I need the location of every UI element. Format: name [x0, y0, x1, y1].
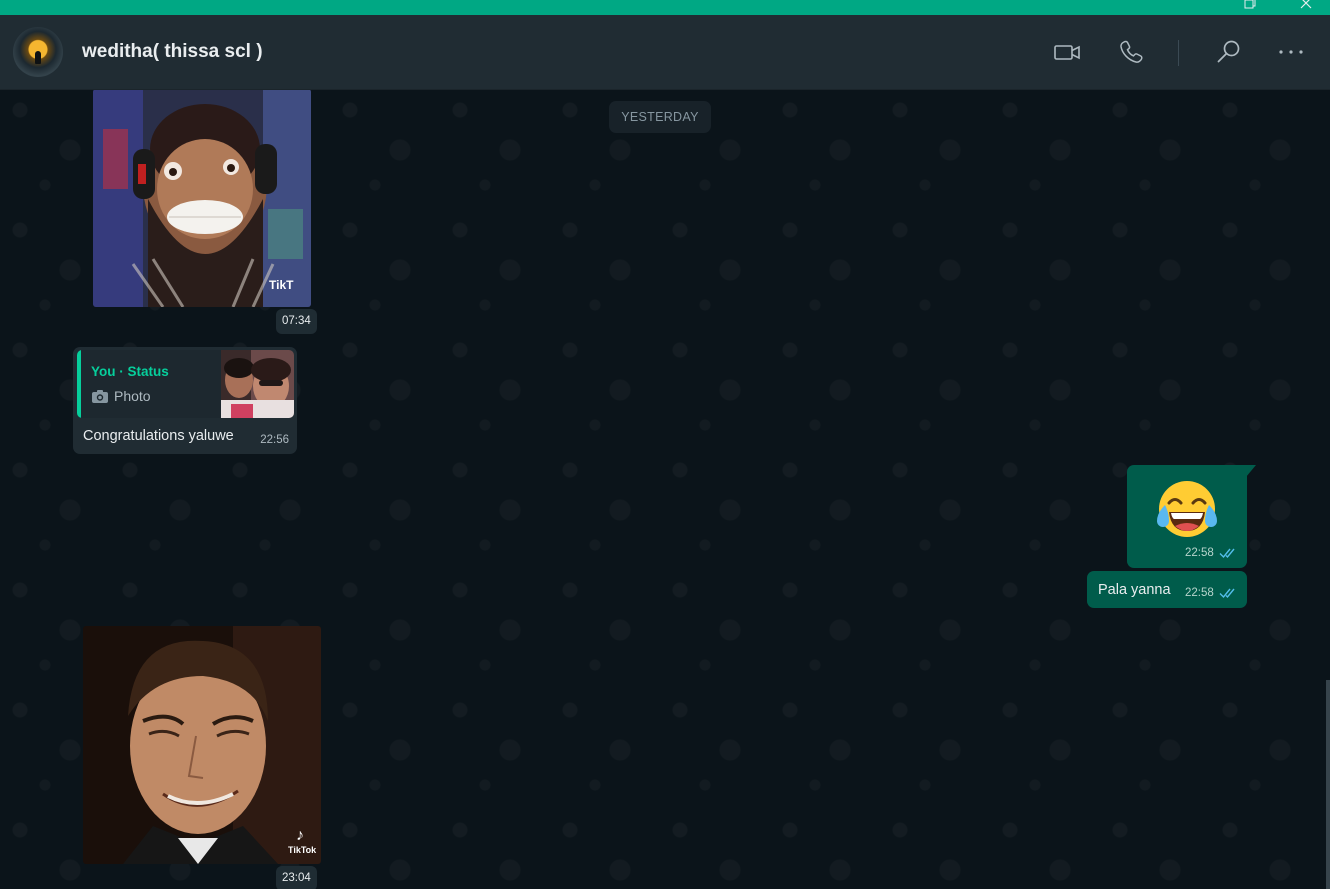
quote-type: Photo: [114, 388, 151, 404]
incoming-media-message[interactable]: TikT: [93, 90, 311, 307]
chat-area[interactable]: YESTERDAY TikT 07:34 You · Status Photo …: [0, 90, 1330, 889]
quote-author: You · Status: [91, 364, 169, 379]
svg-text:♪: ♪: [296, 827, 304, 844]
bubble-tail: [1246, 465, 1256, 477]
message-time: 23:04: [276, 866, 317, 889]
camera-icon: [91, 389, 109, 409]
message-text: Pala yanna: [1098, 582, 1171, 598]
media-thumbnail: TikT: [93, 90, 311, 307]
header-divider: [1178, 40, 1179, 66]
media-thumbnail: ♪ TikTok: [83, 626, 321, 864]
incoming-media-message[interactable]: ♪ TikTok: [83, 626, 321, 864]
window-title-bar: [0, 0, 1330, 15]
tiktok-watermark: TikTok: [288, 845, 317, 855]
restore-window-icon[interactable]: [1244, 0, 1256, 12]
read-ticks-icon: [1219, 586, 1237, 604]
more-options-icon[interactable]: [1276, 37, 1306, 67]
message-time: 22:58: [1185, 587, 1214, 599]
contact-name[interactable]: weditha( thissa scl ): [82, 41, 263, 63]
message-time: 22:56: [260, 434, 289, 446]
incoming-text-message[interactable]: You · Status Photo Congratulations yaluw…: [73, 347, 297, 454]
close-window-icon[interactable]: [1300, 0, 1312, 12]
message-time: 07:34: [276, 309, 317, 334]
tears-of-joy-emoji: [1155, 479, 1219, 543]
search-icon[interactable]: [1214, 37, 1244, 67]
contact-avatar[interactable]: [13, 27, 63, 77]
chat-scrollbar[interactable]: [1326, 680, 1330, 889]
chat-header: weditha( thissa scl ): [0, 15, 1330, 90]
outgoing-text-message[interactable]: Pala yanna 22:58: [1087, 571, 1247, 608]
video-call-icon[interactable]: [1052, 37, 1082, 67]
quote-accent-bar: [77, 350, 81, 418]
message-text: Congratulations yaluwe: [83, 428, 234, 444]
avatar-figure: [35, 51, 41, 64]
date-separator: YESTERDAY: [609, 101, 711, 133]
read-ticks-icon: [1219, 546, 1237, 564]
message-time: 22:58: [1185, 547, 1214, 559]
quote-thumbnail: [221, 350, 294, 418]
outgoing-emoji-message[interactable]: 22:58: [1127, 465, 1256, 568]
tiktok-watermark: TikT: [269, 278, 294, 292]
voice-call-icon[interactable]: [1116, 37, 1146, 67]
quoted-status[interactable]: You · Status Photo: [77, 350, 294, 418]
